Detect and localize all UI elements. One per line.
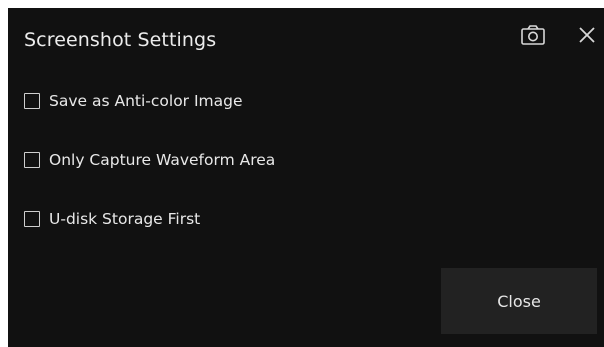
close-dialog-button[interactable]: [572, 20, 602, 50]
option-save-anti-color[interactable]: Save as Anti-color Image: [24, 88, 243, 114]
checkbox[interactable]: [24, 93, 40, 109]
option-udisk-storage-first[interactable]: U-disk Storage First: [24, 206, 200, 232]
close-button[interactable]: Close: [441, 268, 597, 334]
screenshot-settings-dialog: Screenshot Settings Save as Anti-color I…: [8, 8, 604, 347]
close-icon: [579, 27, 595, 43]
checkbox[interactable]: [24, 152, 40, 168]
dialog-title: Screenshot Settings: [24, 29, 217, 51]
option-only-capture-waveform[interactable]: Only Capture Waveform Area: [24, 147, 275, 173]
option-label: Save as Anti-color Image: [49, 92, 243, 110]
camera-icon: [521, 25, 545, 45]
checkbox[interactable]: [24, 211, 40, 227]
option-label: U-disk Storage First: [49, 210, 201, 228]
option-label: Only Capture Waveform Area: [49, 151, 276, 169]
screenshot-button[interactable]: [516, 20, 550, 50]
